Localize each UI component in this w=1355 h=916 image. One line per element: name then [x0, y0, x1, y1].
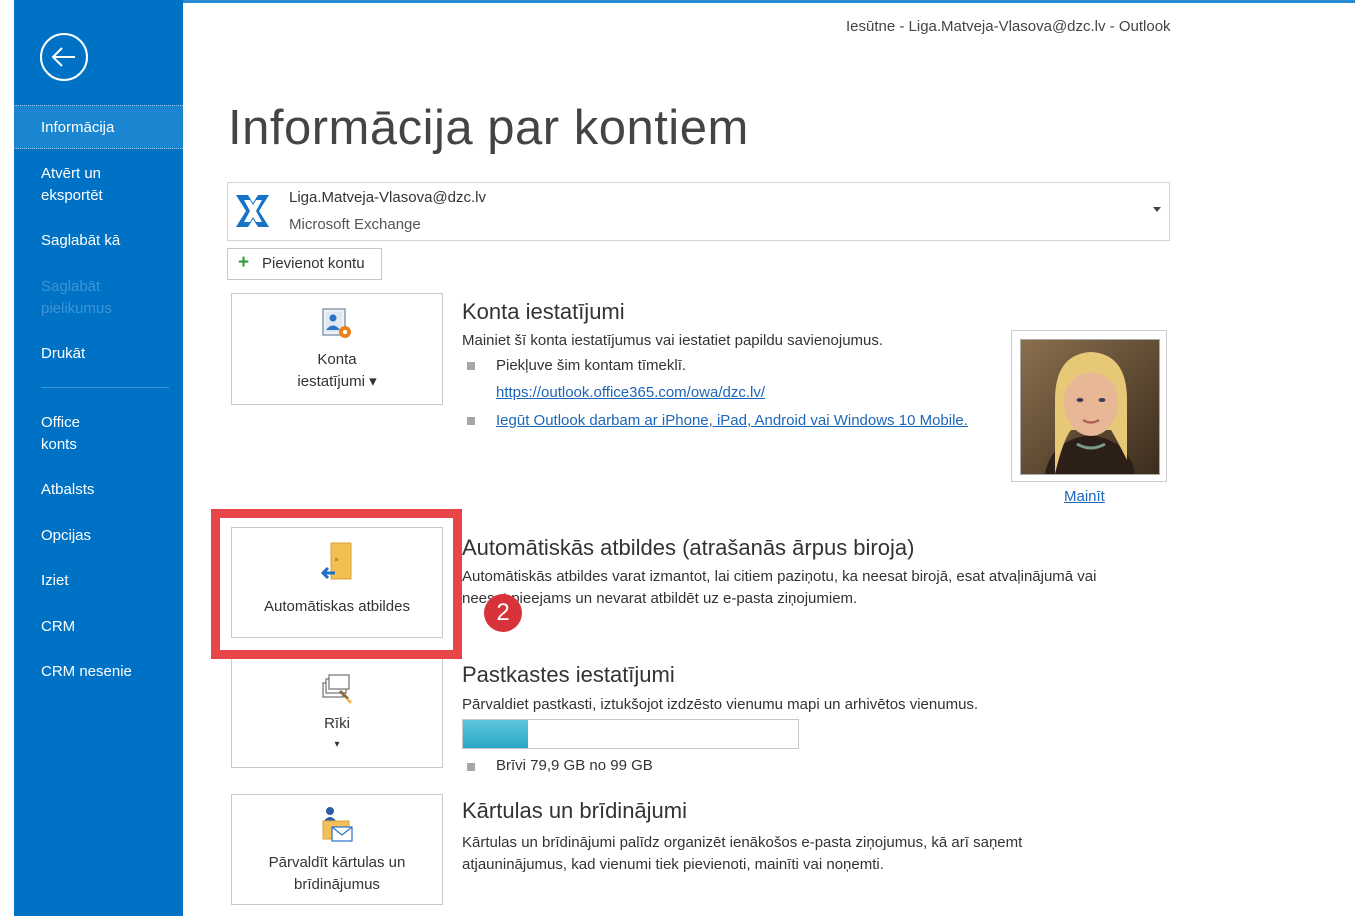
nav-options[interactable]: Opcijas: [14, 525, 183, 547]
nav-label: Atbalsts: [41, 481, 95, 498]
chevron-down-icon: [1153, 207, 1161, 212]
mailbox-tools-icon: [322, 674, 352, 704]
chevron-down-icon: ▾: [334, 739, 340, 750]
automatic-replies-description-2: neesat pieejams un nevarat atbildēt uz e…: [462, 590, 858, 607]
nav-support[interactable]: Atbalsts: [14, 479, 183, 501]
nav-info[interactable]: Informācija: [14, 105, 183, 149]
mailbox-settings-title: Pastkastes iestatījumi: [462, 662, 675, 687]
profile-photo[interactable]: [1011, 330, 1167, 482]
mobile-outlook-link[interactable]: Iegūt Outlook darbam ar iPhone, iPad, An…: [496, 412, 968, 429]
nav-open-export[interactable]: Atvērt un eksportēt: [14, 163, 134, 207]
account-settings-button[interactable]: Konta iestatījumi ▾: [231, 293, 443, 405]
nav-crm[interactable]: CRM: [14, 616, 183, 638]
nav-label: CRM: [41, 618, 76, 635]
nav-label: Office konts: [41, 414, 80, 453]
rules-alerts-title: Kārtulas un brīdinājumi: [462, 798, 688, 823]
mailbox-settings-description: Pārvaldiet pastkasti, iztukšojot izdzēst…: [462, 696, 979, 713]
automatic-replies-icon: [320, 542, 352, 580]
step-number-badge: 2: [484, 594, 522, 632]
nav-label: Informācija: [41, 119, 115, 136]
change-photo-link[interactable]: Mainīt: [1064, 488, 1105, 505]
nav-label: Atvērt un eksportēt: [41, 165, 103, 204]
account-settings-title: Konta iestatījumi: [462, 299, 625, 324]
nav-label: Iziet: [41, 572, 69, 589]
backstage-sidebar: Informācija Atvērt un eksportēt Saglabāt…: [14, 0, 183, 916]
manage-rules-label-1: Pārvaldīt kārtulas un: [268, 854, 406, 871]
owa-link[interactable]: https://outlook.office365.com/owa/dzc.lv…: [496, 384, 765, 401]
account-type: Microsoft Exchange: [289, 216, 421, 233]
nav-crm-recent[interactable]: CRM nesenie: [14, 661, 183, 683]
tools-button[interactable]: Rīki ▾: [231, 658, 443, 768]
window-title: Iesūtne - Liga.Matveja-Vlasova@dzc.lv - …: [846, 18, 1171, 35]
add-account-button[interactable]: + Pievienot kontu: [227, 248, 382, 280]
nav-separator: [41, 387, 169, 388]
account-selector[interactable]: Liga.Matveja-Vlasova@dzc.lv Microsoft Ex…: [227, 182, 1170, 241]
mailbox-usage-fill: [463, 720, 528, 748]
avatar: [1020, 339, 1160, 475]
back-button[interactable]: [40, 33, 88, 81]
account-settings-label-2: iestatījumi ▾: [297, 373, 377, 390]
nav-label: Saglabāt pielikumus: [41, 278, 112, 317]
nav-exit[interactable]: Iziet: [14, 570, 183, 592]
bullet-icon: [467, 417, 475, 425]
automatic-replies-button[interactable]: Automātiskas atbildes: [231, 527, 443, 638]
automatic-replies-label: Automātiskas atbildes: [264, 598, 410, 615]
window-left-edge: [0, 0, 14, 916]
title-bar-accent: [183, 0, 1355, 3]
account-email: Liga.Matveja-Vlasova@dzc.lv: [289, 189, 486, 206]
nav-label: CRM nesenie: [41, 663, 132, 680]
tools-label: Rīki: [324, 715, 350, 732]
page-title: Informācija par kontiem: [228, 101, 749, 155]
exchange-icon: [236, 195, 269, 227]
nav-save-attachments: Saglabāt pielikumus: [14, 276, 134, 320]
bullet-icon: [467, 362, 475, 370]
nav-label: Saglabāt kā: [41, 232, 121, 249]
add-account-label: Pievienot kontu: [262, 255, 365, 272]
mailbox-usage-bar: [462, 719, 799, 749]
automatic-replies-description-1: Automātiskās atbildes varat izmantot, la…: [462, 568, 1097, 585]
nav-label: Opcijas: [41, 527, 92, 544]
manage-rules-button[interactable]: Pārvaldīt kārtulas un brīdinājumus: [231, 794, 443, 905]
nav-print[interactable]: Drukāt: [14, 343, 183, 365]
account-settings-description: Mainiet šī konta iestatījumus vai iestat…: [462, 332, 884, 349]
nav-save-as[interactable]: Saglabāt kā: [14, 230, 183, 252]
manage-rules-label-2: brīdinājumus: [294, 876, 380, 893]
nav-label: Drukāt: [41, 345, 86, 362]
nav-office-account[interactable]: Office konts: [14, 412, 109, 456]
account-settings-label-1: Konta: [317, 351, 357, 368]
rules-alerts-icon: [322, 807, 353, 842]
rules-alerts-description-1: Kārtulas un brīdinājumi palīdz organizēt…: [462, 834, 1023, 851]
rules-alerts-description-2: atjauninājumus, kad vienumi tiek pievien…: [462, 856, 884, 873]
bullet-icon: [467, 763, 475, 771]
web-access-text: Piekļuve šim kontam tīmeklī.: [496, 357, 687, 374]
account-settings-icon: [322, 308, 351, 338]
mailbox-free-space: Brīvi 79,9 GB no 99 GB: [496, 757, 653, 774]
arrow-left-icon: [51, 47, 75, 67]
automatic-replies-title: Automātiskās atbildes (atrašanās ārpus b…: [462, 535, 915, 560]
plus-icon: +: [238, 252, 250, 273]
